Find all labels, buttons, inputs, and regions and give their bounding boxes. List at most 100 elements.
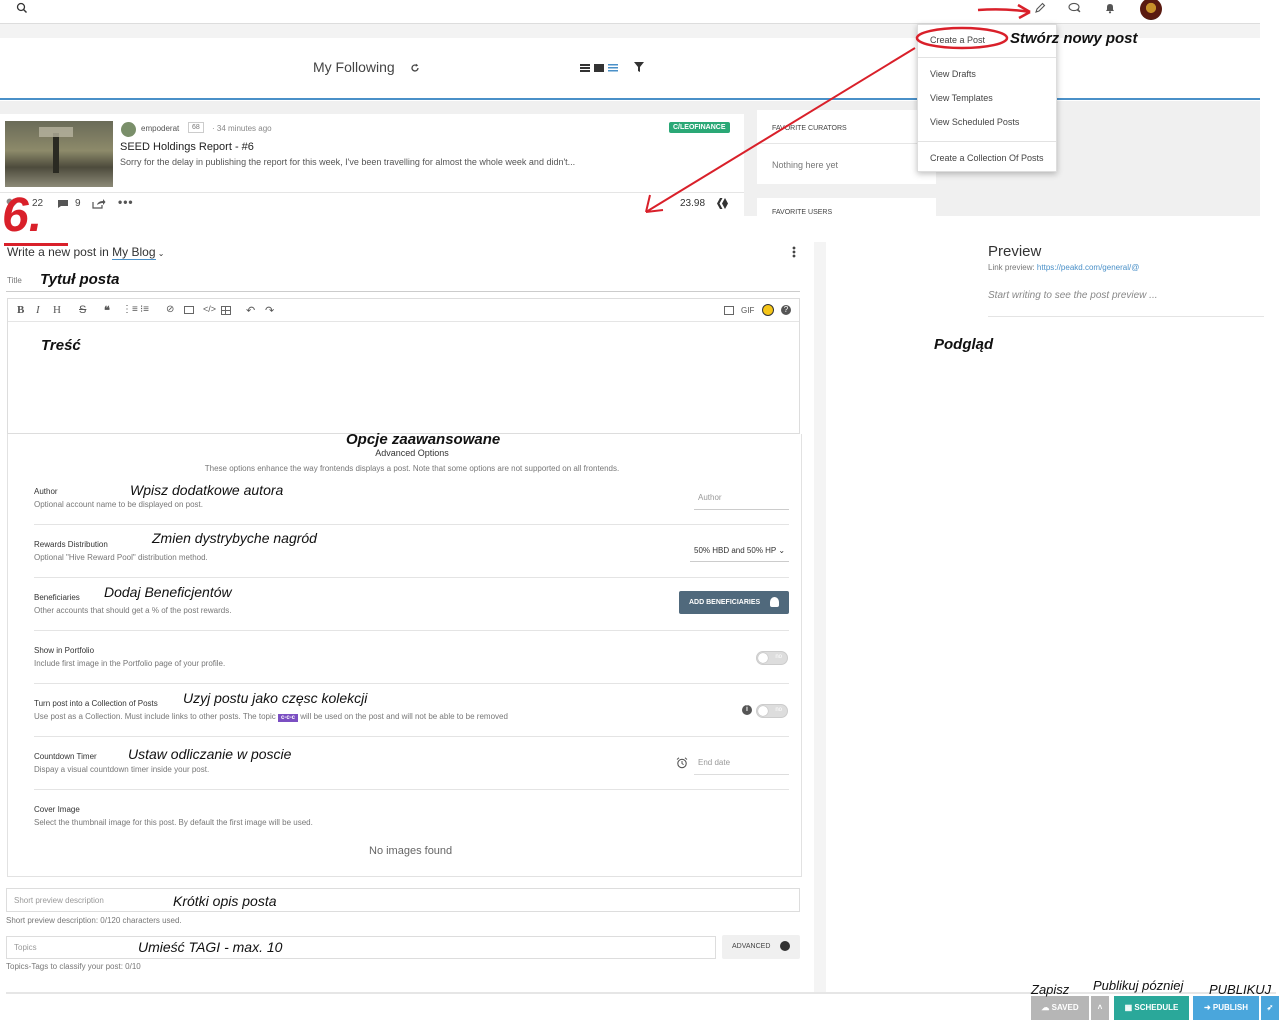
post-title[interactable]: SEED Holdings Report - #6 (120, 141, 254, 153)
strikethrough-button[interactable]: S (79, 304, 86, 316)
chevron-down-icon[interactable]: ⌄ (156, 249, 165, 258)
menu-item-view-templates[interactable]: View Templates (930, 93, 993, 103)
divider (0, 192, 744, 193)
rewards-select[interactable]: 50% HBD and 50% HP ⌄ (690, 540, 789, 562)
post-time: · 34 minutes ago (212, 124, 272, 133)
row-separator (34, 683, 789, 684)
preview-link: Link preview: https://peakd.com/general/… (988, 263, 1139, 272)
note-advanced: Opcje zaawansowane (346, 431, 501, 448)
top-navbar (0, 0, 1260, 24)
image-icon[interactable] (184, 306, 194, 314)
italic-button[interactable]: I (36, 304, 40, 316)
note-short-desc: Krótki opis posta (173, 893, 277, 909)
pencil-icon[interactable] (1034, 2, 1046, 14)
avatar[interactable] (1140, 0, 1162, 20)
note-publish: PUBLIKUJ (1209, 982, 1272, 997)
topics-input[interactable]: Topics (6, 936, 716, 959)
collection-toggle[interactable]: no (756, 704, 788, 718)
info-icon[interactable]: i (742, 705, 752, 715)
undo-icon[interactable]: ↶ (246, 304, 255, 317)
refresh-icon[interactable] (410, 63, 420, 73)
post-thumbnail[interactable] (5, 121, 113, 187)
menu-item-create-post[interactable]: Create a Post (930, 35, 985, 45)
bell-icon[interactable] (1104, 2, 1116, 14)
pane-divider[interactable] (814, 242, 826, 992)
short-preview-counter: Short preview description: 0/120 charact… (6, 916, 182, 925)
post-author[interactable]: empoderat (141, 124, 179, 133)
share-icon[interactable] (92, 198, 106, 209)
footer-divider (6, 992, 1276, 994)
gif-button[interactable]: GIF (741, 306, 754, 315)
community-tag[interactable]: C/LEOFINANCE (669, 122, 730, 133)
topics-advanced-button[interactable]: ADVANCED (722, 935, 800, 959)
saved-button[interactable]: ☁ SAVED (1031, 996, 1089, 1020)
collection-badge: c-c-c (277, 714, 298, 722)
feed-post-card[interactable]: empoderat 68 · 34 minutes ago C/LEOFINAN… (0, 114, 744, 216)
write-post-heading: Write a new post in My Blog ⌄ (7, 245, 165, 260)
post-excerpt[interactable]: Sorry for the delay in publishing the re… (120, 157, 575, 167)
grid-view-icon[interactable] (594, 64, 604, 72)
menu-item-view-scheduled[interactable]: View Scheduled Posts (930, 117, 1019, 127)
emoji-icon[interactable] (762, 304, 774, 316)
collection-desc-1: Use post as a Collection. Must include l… (34, 712, 276, 721)
feed-header: My Following (0, 38, 1260, 100)
end-date-input[interactable]: End date (694, 753, 789, 775)
save-options-button[interactable]: ˄ (1091, 996, 1109, 1020)
quote-button[interactable]: ❝ (104, 304, 110, 317)
author-input[interactable]: Author (694, 488, 789, 510)
title-input[interactable] (6, 268, 800, 292)
content-editor[interactable] (7, 298, 800, 434)
schedule-button[interactable]: ▦ SCHEDULE (1114, 996, 1189, 1020)
filter-icon[interactable] (634, 62, 644, 72)
add-beneficiaries-button[interactable]: ADD BENEFICIARIES (679, 591, 789, 614)
chat-icon[interactable] (1068, 2, 1082, 14)
kebab-menu-icon[interactable] (792, 246, 796, 258)
countdown-desc: Dispay a visual countdown timer inside y… (34, 765, 210, 774)
publish-button[interactable]: ➜ PUBLISH (1193, 996, 1259, 1020)
comment-icon[interactable] (57, 199, 69, 209)
rewards-value: 50% HBD and 50% HP (694, 546, 777, 555)
author-avatar[interactable] (121, 122, 136, 137)
note-save: Zapisz (1031, 982, 1070, 997)
note-rewards: Zmien dystrybyche nagród (152, 530, 317, 546)
table-icon[interactable] (221, 306, 231, 315)
favorite-curators-empty: Nothing here yet (772, 160, 839, 170)
blog-selector[interactable]: My Blog (112, 245, 156, 260)
bold-button[interactable]: B (17, 304, 24, 316)
unordered-list-button[interactable]: ⁝≡ (140, 304, 149, 315)
redo-icon[interactable]: ↷ (265, 304, 274, 317)
note-create-post: Stwórz nowy post (1010, 30, 1138, 47)
collection-label: Turn post into a Collection of Posts (34, 699, 158, 708)
menu-item-create-collection[interactable]: Create a Collection Of Posts (930, 153, 1044, 163)
short-preview-input[interactable]: Short preview description (6, 888, 800, 912)
favorite-users-title: FAVORITE USERS (772, 209, 833, 216)
toggle-text: no (775, 654, 782, 660)
code-icon[interactable]: </> (203, 304, 216, 314)
link-icon[interactable]: ⊘ (166, 304, 174, 315)
heading-button[interactable]: H (53, 304, 61, 316)
list-view-icon[interactable] (580, 64, 590, 72)
advanced-heading: Advanced Options (375, 448, 449, 458)
help-icon[interactable]: ? (781, 305, 791, 315)
note-beneficiaries: Dodaj Beneficjentów (104, 584, 232, 600)
row-separator (34, 630, 789, 631)
schedule-label: SCHEDULE (1134, 1003, 1179, 1012)
portfolio-toggle[interactable]: no (756, 651, 788, 665)
more-icon[interactable]: ••• (118, 195, 134, 209)
note-collection: Uzyj postu jako częsc kolekcji (183, 690, 368, 706)
template-icon[interactable] (724, 306, 734, 315)
note-schedule: Publikuj pózniej (1093, 978, 1184, 993)
topics-advanced-label: ADVANCED (732, 943, 771, 950)
publish-options-button[interactable]: ➶ (1261, 996, 1279, 1020)
author-desc: Optional account name to be displayed on… (34, 500, 203, 509)
menu-item-view-drafts[interactable]: View Drafts (930, 69, 976, 79)
preview-placeholder: Start writing to see the post preview ..… (988, 290, 1158, 301)
advanced-intro: These options enhance the way frontends … (204, 464, 620, 473)
alarm-clock-icon (676, 757, 688, 769)
publish-label: PUBLISH (1212, 1003, 1249, 1012)
preview-link-url[interactable]: https://peakd.com/general/@ (1037, 263, 1139, 272)
compact-view-icon[interactable] (608, 64, 618, 72)
search-icon[interactable] (16, 2, 28, 14)
saved-label: SAVED (1051, 1003, 1079, 1012)
ordered-list-button[interactable]: ⋮≡ (122, 304, 138, 315)
